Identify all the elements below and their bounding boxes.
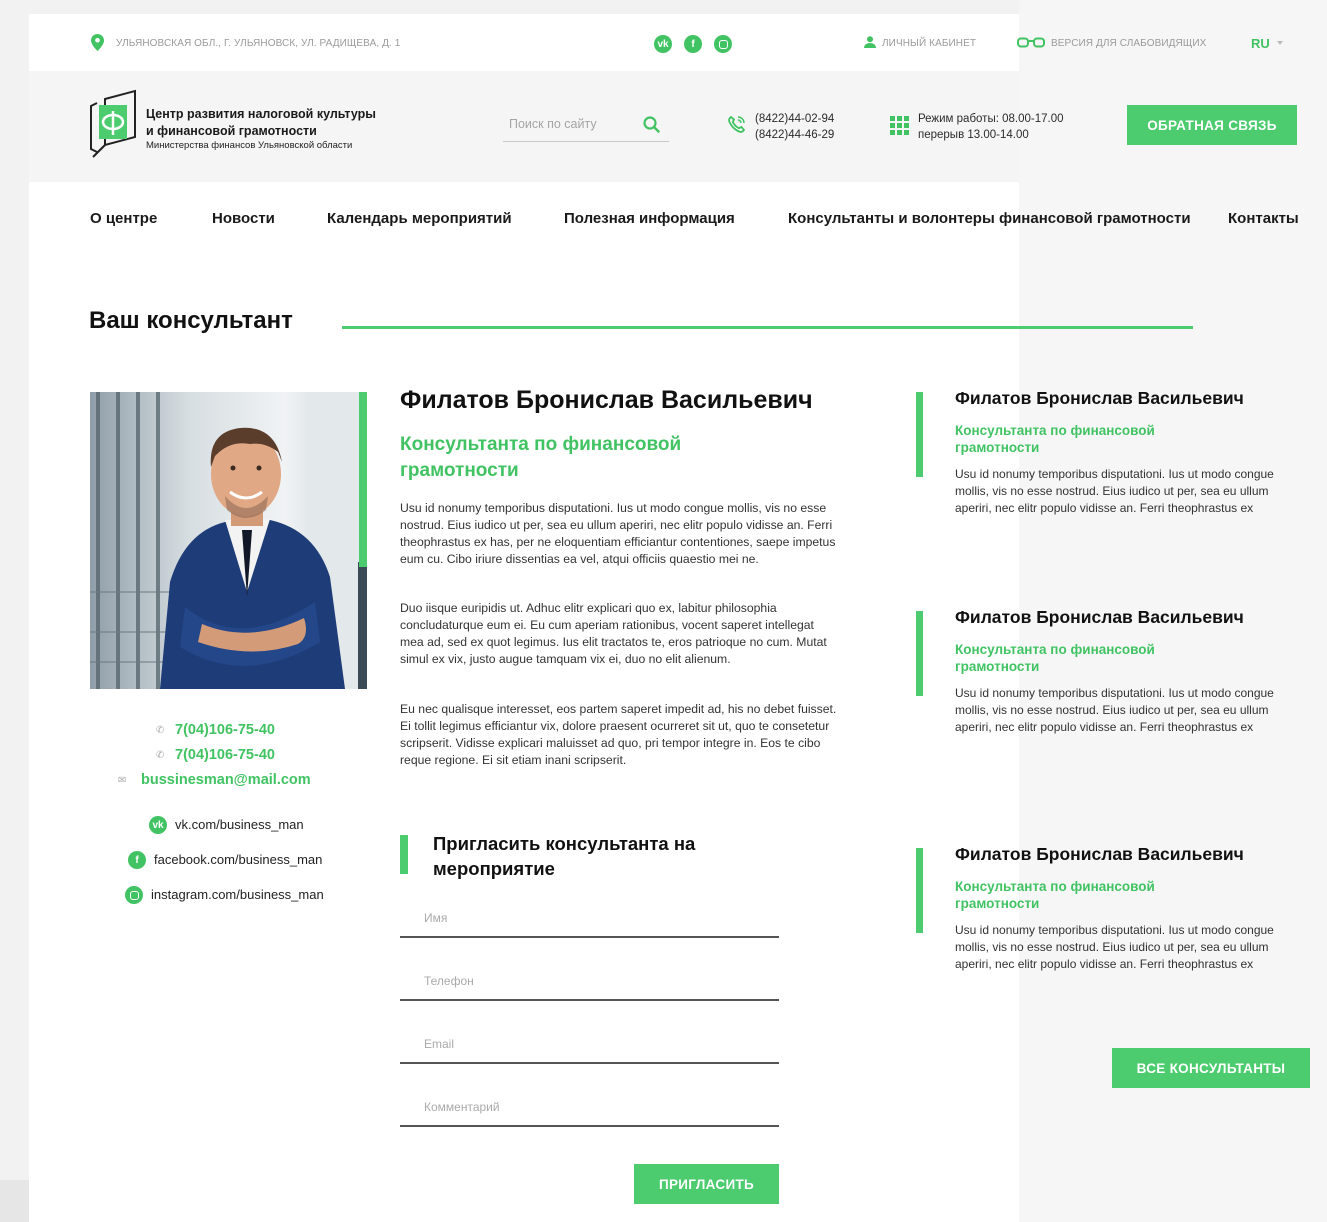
consultant-vk-link[interactable]: vk.com/business_man <box>175 817 304 832</box>
all-consultants-button[interactable]: ВСЕ КОНСУЛЬТАНТЫ <box>1112 1048 1310 1088</box>
logo-title-line1: Центр развития налоговой культуры <box>146 107 376 121</box>
email-field-underline <box>400 1062 779 1064</box>
consultant-card-name[interactable]: Филатов Бронислав Васильевич <box>955 388 1300 409</box>
consultant-phone-2[interactable]: 7(04)106-75-40 <box>175 747 275 763</box>
header-phones: (8422)44-02-94 (8422)44-46-29 <box>755 111 834 143</box>
invite-form-title-line1: Пригласить консультанта на <box>433 833 696 854</box>
consultant-card-name[interactable]: Филатов Бронислав Васильевич <box>955 844 1300 865</box>
nav-item-news[interactable]: Новости <box>212 210 275 227</box>
consultant-card-role: Консультанта по финансовой грамотности <box>955 422 1300 456</box>
invite-form-title-line2: мероприятие <box>433 858 555 879</box>
consultant-card-role-line1: Консультанта по финансовой <box>955 642 1155 657</box>
account-link[interactable]: ЛИЧНЫЙ КАБИНЕТ <box>882 38 976 49</box>
consultant-facebook-link[interactable]: facebook.com/business_man <box>154 852 322 867</box>
chevron-down-icon[interactable] <box>1277 41 1283 45</box>
consultant-card-role-line1: Консультанта по финансовой <box>955 879 1155 894</box>
search-icon[interactable] <box>643 116 660 133</box>
user-icon <box>864 36 876 48</box>
facebook-icon[interactable]: f <box>684 35 702 53</box>
working-hours-line2: перерыв 13.00-14.00 <box>918 129 1029 141</box>
form-accent-bar <box>400 835 408 874</box>
bio-paragraph-1: Usu id nonumy temporibus disputationi. I… <box>400 501 836 566</box>
logo-subtitle: Министерства финансов Ульяновской област… <box>146 140 353 151</box>
working-hours: Режим работы: 08.00-17.00 перерыв 13.00-… <box>918 111 1063 143</box>
instagram-icon[interactable] <box>714 35 732 53</box>
phone-icon <box>728 115 746 133</box>
phone-icon: ✆ <box>156 750 165 761</box>
consultant-card[interactable]: Филатов Бронислав Васильевич Консультант… <box>955 388 1300 517</box>
consultant-role: Консультанта по финансовой грамотности <box>400 434 682 481</box>
consultant-card[interactable]: Филатов Бронислав Васильевич Консультант… <box>955 607 1300 736</box>
phone-icon: ✆ <box>156 725 165 736</box>
schedule-icon <box>890 116 909 135</box>
glasses-icon <box>1017 37 1045 48</box>
consultant-card-role-line1: Консультанта по финансовой <box>955 423 1155 438</box>
logo-icon[interactable] <box>89 89 139 159</box>
consultant-instagram-link[interactable]: instagram.com/business_man <box>151 887 324 902</box>
feedback-button[interactable]: ОБРАТНАЯ СВЯЗЬ <box>1127 105 1297 145</box>
instagram-icon <box>125 886 143 904</box>
consultant-card-name[interactable]: Филатов Бронислав Васильевич <box>955 607 1300 628</box>
consultant-card-bio: Usu id nonumy temporibus disputationi. I… <box>955 686 1274 734</box>
phone-field[interactable]: Телефон <box>424 974 474 988</box>
name-field[interactable]: Имя <box>424 911 447 925</box>
facebook-icon: f <box>128 851 146 869</box>
consultant-card-role: Консультанта по финансовой грамотности <box>955 641 1300 675</box>
consultant-card-bio: Usu id nonumy temporibus disputationi. I… <box>955 467 1274 515</box>
nav-item-useful-info[interactable]: Полезная информация <box>564 210 735 227</box>
name-field-underline <box>400 936 779 938</box>
consultant-card-role-line2: грамотности <box>955 440 1040 455</box>
search-underline <box>503 141 669 142</box>
photo-accent-bar <box>359 392 367 567</box>
address-text: УЛЬЯНОВСКАЯ ОБЛ., Г. УЛЬЯНОВСК, УЛ. РАДИ… <box>116 38 401 49</box>
nav-item-about[interactable]: О центре <box>90 210 157 227</box>
phone-field-underline <box>400 999 779 1001</box>
working-hours-line1: Режим работы: 08.00-17.00 <box>918 113 1064 125</box>
bio-paragraph-2: Duo iisque euripidis ut. Adhuc elitr exp… <box>400 601 827 666</box>
consultant-phone-1[interactable]: 7(04)106-75-40 <box>175 722 275 738</box>
vk-icon[interactable]: vk <box>654 35 672 53</box>
header-phone-1[interactable]: (8422)44-02-94 <box>755 111 834 127</box>
header-phone-2[interactable]: (8422)44-46-29 <box>755 127 834 143</box>
consultant-card-accent <box>916 392 923 477</box>
consultant-card-accent <box>916 611 923 696</box>
consultant-card-bio: Usu id nonumy temporibus disputationi. I… <box>955 923 1274 971</box>
consultant-card-role-line2: грамотности <box>955 896 1040 911</box>
consultant-email[interactable]: bussinesman@mail.com <box>141 772 311 788</box>
page-title: Ваш консультант <box>89 307 293 334</box>
search-input[interactable]: Поиск по сайту <box>509 117 597 131</box>
mail-icon: ✉ <box>118 775 127 786</box>
invite-form-title: Пригласить консультанта на мероприятие <box>433 831 695 881</box>
logo-title-line2: и финансовой грамотности <box>146 124 317 138</box>
bio-paragraph-3: Eu nec qualisque interesset, eos partem … <box>400 702 837 767</box>
consultant-card-role: Консультанта по финансовой грамотности <box>955 878 1300 912</box>
accessibility-link[interactable]: ВЕРСИЯ ДЛЯ СЛАБОВИДЯЩИХ <box>1051 38 1206 49</box>
location-pin-icon <box>91 34 104 51</box>
consultant-card-accent <box>916 848 923 933</box>
consultant-card-role-line2: грамотности <box>955 659 1040 674</box>
comment-field-underline <box>400 1125 779 1127</box>
language-selector[interactable]: RU <box>1251 36 1270 51</box>
email-field[interactable]: Email <box>424 1037 454 1051</box>
vk-icon: vk <box>149 816 167 834</box>
consultant-photo <box>90 392 367 689</box>
consultant-card[interactable]: Филатов Бронислав Васильевич Консультант… <box>955 844 1300 973</box>
nav-item-calendar[interactable]: Календарь мероприятий <box>327 210 512 227</box>
nav-item-consultants[interactable]: Консультанты и волонтеры финансовой грам… <box>788 210 1191 227</box>
nav-item-contacts[interactable]: Контакты <box>1228 210 1299 227</box>
comment-field[interactable]: Комментарий <box>424 1100 500 1114</box>
invite-button[interactable]: ПРИГЛАСИТЬ <box>634 1164 779 1204</box>
logo-title: Центр развития налоговой культуры и фина… <box>146 106 376 140</box>
consultant-name: Филатов Бронислав Васильевич <box>400 386 813 414</box>
title-divider <box>342 326 1193 329</box>
